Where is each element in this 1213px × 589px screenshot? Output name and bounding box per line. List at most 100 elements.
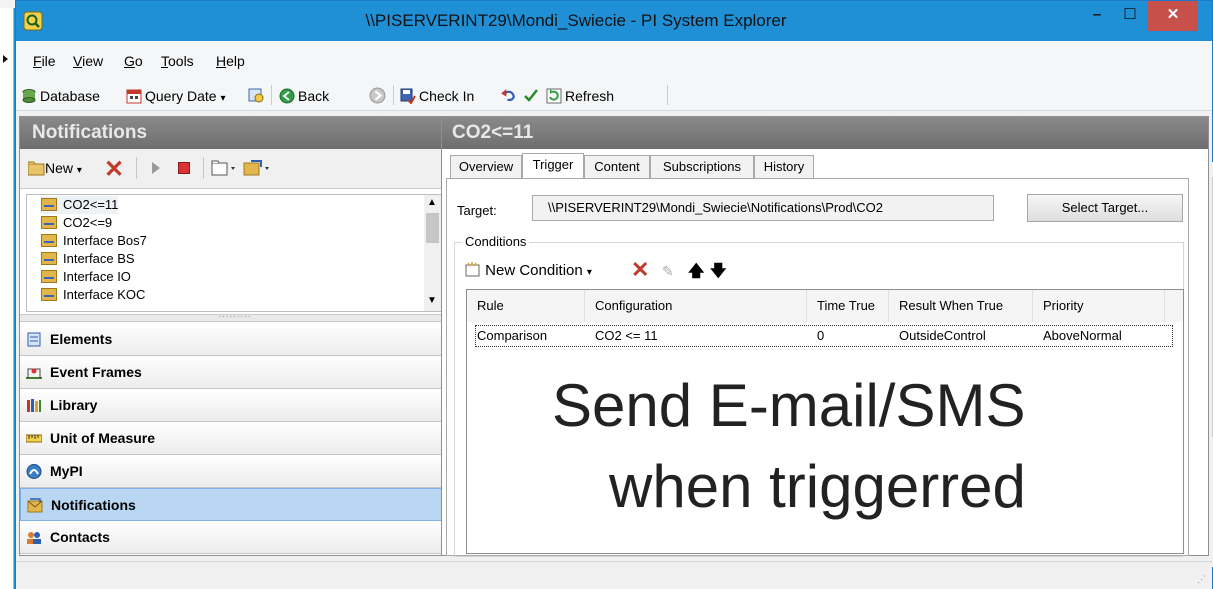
table-cell: AboveNormal bbox=[1043, 328, 1122, 343]
delete-condition-icon[interactable]: ✕ bbox=[631, 257, 649, 283]
select-target-button[interactable]: Select Target... bbox=[1027, 194, 1183, 222]
delete-icon[interactable]: ✕ bbox=[104, 155, 124, 184]
tab-content[interactable]: Content bbox=[584, 155, 650, 178]
nav-contacts[interactable]: Contacts bbox=[20, 521, 442, 554]
list-item[interactable]: CO2<=11 bbox=[41, 196, 119, 214]
list-item[interactable]: CO2<=9 bbox=[41, 214, 112, 232]
list-scrollbar[interactable]: ▲ ▼ bbox=[424, 195, 441, 311]
target-field[interactable]: \\PISERVERINT29\Mondi_Swiecie\Notificati… bbox=[532, 195, 994, 221]
menu-view[interactable]: View bbox=[73, 53, 103, 69]
table-cell: CO2 <= 11 bbox=[595, 328, 658, 343]
scroll-thumb[interactable] bbox=[426, 213, 439, 243]
notification-icon bbox=[41, 234, 57, 247]
move-down-icon[interactable]: 🡇 bbox=[710, 260, 726, 287]
target-label: Target: bbox=[457, 203, 497, 218]
back-button[interactable]: Back bbox=[279, 87, 329, 105]
checkmark-icon[interactable] bbox=[523, 87, 539, 103]
move-notification-icon[interactable] bbox=[243, 159, 273, 177]
forward-arrow-icon[interactable] bbox=[369, 87, 386, 104]
menu-help[interactable]: Help bbox=[216, 53, 245, 69]
contacts-icon bbox=[27, 532, 41, 544]
menu-file[interactable]: File bbox=[33, 53, 56, 69]
toolbar-separator bbox=[667, 85, 668, 105]
notifications-toolbar: New ▾ ✕ bbox=[20, 149, 442, 189]
resize-grip-icon[interactable]: ⋰ bbox=[1197, 574, 1206, 585]
chevron-down-icon: ▾ bbox=[220, 93, 226, 104]
refresh-button[interactable]: Refresh bbox=[546, 87, 614, 105]
move-up-icon[interactable]: 🡅 bbox=[688, 260, 704, 287]
query-date-button[interactable]: Query Date ▾ bbox=[126, 87, 226, 105]
ruler-icon bbox=[26, 434, 42, 443]
list-item[interactable]: Interface KOC bbox=[41, 286, 145, 304]
folder-dropdown-icon[interactable] bbox=[211, 160, 239, 176]
tab-history[interactable]: History bbox=[754, 155, 814, 178]
minimize-button[interactable]: – bbox=[1082, 1, 1112, 31]
toolbar-separator bbox=[393, 85, 394, 105]
toolbar-separator bbox=[203, 157, 204, 179]
table-cell: Comparison bbox=[477, 328, 548, 343]
notification-icon bbox=[41, 270, 57, 283]
pi-system-explorer-window: \\PISERVERINT29\Mondi_Swiecie - PI Syste… bbox=[15, 0, 1213, 589]
nav-unit-of-measure[interactable]: Unit of Measure bbox=[20, 422, 442, 455]
table-cell: OutsideControl bbox=[899, 328, 986, 343]
column-header[interactable]: Time True bbox=[807, 290, 889, 322]
notifications-list[interactable]: CO2<=11 CO2<=9 Interface Bos7 Interface … bbox=[26, 194, 442, 312]
background-window-edge bbox=[0, 0, 14, 589]
splitter-grip-icon: ········· bbox=[218, 312, 252, 321]
menu-tools[interactable]: Tools bbox=[161, 53, 194, 69]
new-notification-button[interactable]: New ▾ bbox=[27, 160, 82, 176]
play-icon[interactable] bbox=[152, 162, 160, 174]
panel-header: CO2<=11 bbox=[442, 117, 1208, 149]
chevron-down-icon: ▾ bbox=[76, 165, 82, 176]
status-bar: ⋰ bbox=[16, 561, 1212, 589]
menu-bar bbox=[16, 41, 1212, 81]
mypi-icon bbox=[26, 464, 42, 479]
stop-icon[interactable] bbox=[178, 162, 190, 174]
column-header[interactable]: Rule bbox=[467, 290, 585, 322]
tab-subscriptions[interactable]: Subscriptions bbox=[650, 155, 754, 178]
scroll-up-icon[interactable]: ▲ bbox=[427, 197, 437, 208]
column-header[interactable]: Configuration bbox=[585, 290, 807, 322]
toolbar-separator bbox=[271, 85, 272, 105]
scroll-down-icon[interactable]: ▼ bbox=[427, 295, 437, 306]
column-header-filler bbox=[1165, 290, 1183, 322]
overlay-text-line-2: when triggerred bbox=[609, 453, 1026, 520]
new-condition-icon bbox=[465, 262, 480, 277]
check-in-icon bbox=[400, 88, 416, 104]
conditions-label: Conditions bbox=[462, 234, 530, 249]
notification-icon bbox=[27, 498, 43, 513]
table-cell: 0 bbox=[817, 328, 825, 343]
close-button[interactable]: ✕ bbox=[1148, 1, 1198, 31]
toolbar-separator bbox=[136, 157, 137, 179]
back-arrow-icon bbox=[279, 88, 295, 104]
column-header[interactable]: Result When True bbox=[889, 290, 1033, 322]
notification-details-panel: CO2<=11 Overview Trigger Content Subscri… bbox=[441, 116, 1213, 567]
notification-icon bbox=[41, 216, 57, 229]
check-in-button[interactable]: Check In bbox=[400, 87, 474, 105]
nav-elements[interactable]: Elements bbox=[20, 323, 442, 356]
new-condition-button[interactable]: New Condition ▾ bbox=[464, 262, 592, 279]
nav-event-frames[interactable]: Event Frames bbox=[20, 356, 442, 389]
nav-mypi[interactable]: MyPI bbox=[20, 455, 442, 488]
new-folder-icon bbox=[27, 161, 45, 176]
database-button[interactable]: Database bbox=[21, 87, 100, 105]
notifications-panel: Notifications New ▾ ✕ CO2<=11 CO2<=9 Int… bbox=[19, 116, 443, 556]
overlay-text-line-1: Send E-mail/SMS bbox=[552, 372, 1026, 439]
list-item[interactable]: Interface BS bbox=[41, 250, 135, 268]
list-item[interactable]: Interface Bos7 bbox=[41, 232, 147, 250]
list-item[interactable]: Interface IO bbox=[41, 268, 131, 286]
database-icon bbox=[22, 89, 36, 103]
notification-icon bbox=[41, 198, 57, 211]
nav-library[interactable]: Library bbox=[20, 389, 442, 422]
column-header[interactable]: Priority bbox=[1033, 290, 1165, 322]
undo-icon[interactable] bbox=[500, 87, 517, 104]
nav-notifications[interactable]: Notifications bbox=[20, 488, 442, 521]
maximize-button[interactable]: ☐ bbox=[1115, 1, 1145, 31]
tab-overview[interactable]: Overview bbox=[450, 155, 522, 178]
menu-go[interactable]: Go bbox=[124, 53, 143, 69]
tab-trigger[interactable]: Trigger bbox=[522, 153, 584, 179]
panel-header: Notifications bbox=[20, 117, 442, 149]
query-history-icon[interactable] bbox=[247, 86, 265, 104]
edit-pencil-icon[interactable]: ✎ bbox=[662, 263, 674, 280]
expand-arrow-icon bbox=[3, 55, 8, 63]
